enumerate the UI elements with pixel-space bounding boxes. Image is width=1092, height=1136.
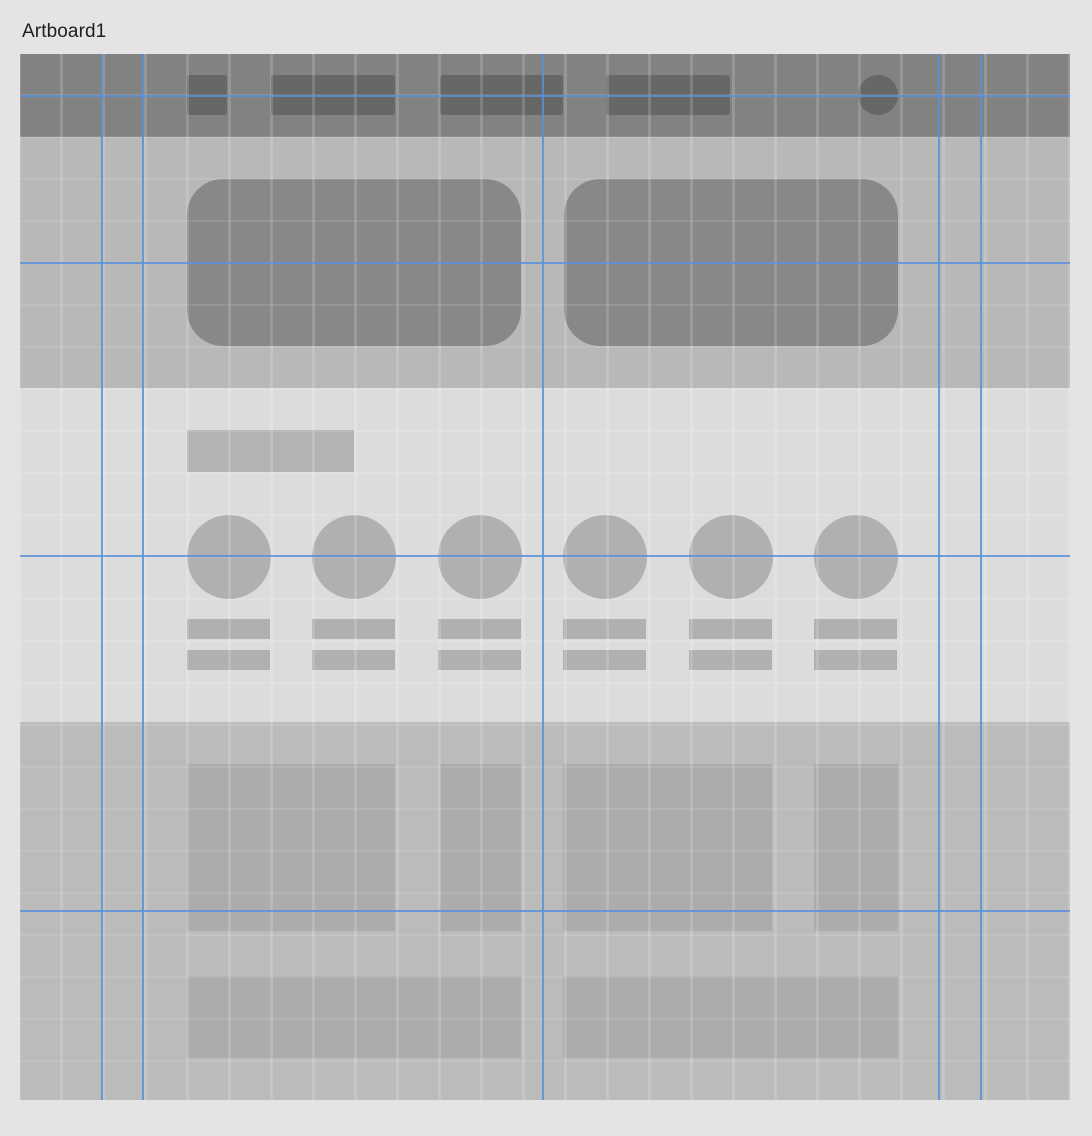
feature-text-placeholder: [563, 619, 646, 639]
feature-icon-placeholder: [814, 515, 898, 599]
footer-block-placeholder: [563, 764, 772, 931]
feature-text-placeholder: [312, 650, 395, 670]
feature-text-placeholder: [689, 650, 772, 670]
footer-block-placeholder: [814, 764, 898, 931]
footer-wide-block-placeholder: [187, 976, 521, 1058]
horizontal-guide[interactable]: [20, 910, 1070, 912]
feature-text-placeholder: [438, 650, 521, 670]
horizontal-guide[interactable]: [20, 95, 1070, 97]
feature-icon-placeholder: [563, 515, 647, 599]
vertical-guide[interactable]: [980, 54, 982, 1100]
feature-text-placeholder: [563, 650, 646, 670]
horizontal-guide[interactable]: [20, 555, 1070, 557]
artboard[interactable]: [20, 54, 1070, 1100]
footer-block-placeholder: [440, 764, 521, 931]
feature-text-placeholder: [814, 619, 897, 639]
vertical-guide[interactable]: [542, 54, 544, 1100]
footer-block-placeholder: [187, 764, 395, 931]
horizontal-guide[interactable]: [20, 262, 1070, 264]
feature-text-placeholder: [438, 619, 521, 639]
feature-text-placeholder: [187, 650, 270, 670]
footer-wide-block-placeholder: [563, 976, 898, 1058]
feature-icon-placeholder: [312, 515, 396, 599]
feature-icon-placeholder: [689, 515, 773, 599]
feature-icon-placeholder: [187, 515, 271, 599]
feature-icon-placeholder: [438, 515, 522, 599]
design-canvas: Artboard1: [0, 0, 1092, 1136]
vertical-guide[interactable]: [101, 54, 103, 1100]
feature-text-placeholder: [814, 650, 897, 670]
feature-text-placeholder: [187, 619, 270, 639]
artboard-title[interactable]: Artboard1: [22, 21, 106, 43]
vertical-guide[interactable]: [142, 54, 144, 1100]
vertical-guide[interactable]: [938, 54, 940, 1100]
section-title-placeholder: [187, 430, 354, 472]
feature-text-placeholder: [312, 619, 395, 639]
feature-text-placeholder: [689, 619, 772, 639]
